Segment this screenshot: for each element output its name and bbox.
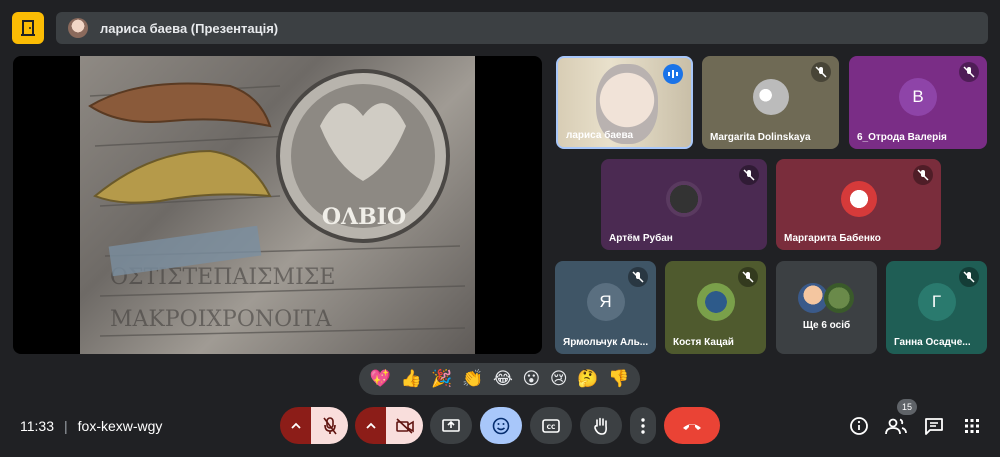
mic-off-icon xyxy=(743,169,755,181)
participant-avatar xyxy=(752,78,789,115)
more-participants-label: Ще 6 осіб xyxy=(802,320,851,331)
chat-button[interactable] xyxy=(922,414,946,438)
meeting-code: fox-kexw-wgy xyxy=(77,418,163,434)
activities-button[interactable] xyxy=(960,414,984,438)
people-button[interactable] xyxy=(884,414,908,438)
participant-tile-margarita-d[interactable]: Margarita Dolinskaya xyxy=(702,56,839,149)
mic-off-icon xyxy=(322,416,337,434)
participant-name: Margarita Dolinskaya xyxy=(710,132,811,143)
present-screen-button[interactable] xyxy=(430,407,472,444)
participant-avatar: Я xyxy=(586,282,625,321)
reaction-thinking[interactable]: 🤔 xyxy=(577,369,598,389)
captions-button[interactable]: CC xyxy=(530,407,572,444)
more-options-button[interactable] xyxy=(630,407,656,444)
leave-room-button[interactable] xyxy=(12,12,44,44)
mic-off-icon xyxy=(815,66,827,78)
participant-count-badge: 15 xyxy=(897,399,917,415)
presentation-slide: ΟΣΤΙΣΤΕΠΑΙΣΜΙΣΕ ΜΑΚΡΟΙΧΡΟΝΟΙΤΑ ΟΛΒΙΟ xyxy=(80,56,475,354)
meeting-separator: | xyxy=(64,418,68,434)
captions-icon: CC xyxy=(542,418,560,433)
participant-name: Ярмольчук Аль... xyxy=(563,337,649,348)
participant-name: Ганна Осадче... xyxy=(894,337,971,348)
mic-off-indicator xyxy=(913,165,933,185)
mic-off-indicator xyxy=(811,62,831,82)
presenter-avatar xyxy=(68,18,88,38)
present-screen-icon xyxy=(442,418,460,432)
more-vert-icon xyxy=(641,417,645,434)
mic-off-indicator xyxy=(628,267,648,287)
mic-off-indicator xyxy=(738,267,758,287)
reaction-laugh[interactable]: 😂 xyxy=(493,369,513,389)
reaction-sad[interactable]: 😢 xyxy=(550,369,568,389)
activities-icon xyxy=(965,419,979,433)
people-icon xyxy=(885,418,907,435)
participant-tile-yarmolchuk[interactable]: Я Ярмольчук Аль... xyxy=(555,261,656,354)
meeting-info: 11:33 | fox-kexw-wgy xyxy=(20,418,162,434)
presentation-stage[interactable]: ΟΣΤΙΣΤΕΠΑΙΣΜΙΣΕ ΜΑΚΡΟΙΧΡΟΝΟΙΤΑ ΟΛΒΙΟ xyxy=(13,56,542,354)
end-call-icon xyxy=(683,423,701,430)
info-icon xyxy=(850,417,868,435)
reaction-surprised[interactable]: 😮 xyxy=(523,369,541,389)
more-participants-avatars xyxy=(798,283,858,313)
emoji-icon xyxy=(492,417,510,434)
mic-off-indicator xyxy=(959,62,979,82)
participant-avatar xyxy=(666,181,702,218)
svg-text:ΜΑΚΡΟΙΧΡΟΝΟΙΤΑ: ΜΑΚΡΟΙΧΡΟΝΟΙΤΑ xyxy=(110,307,333,332)
participant-avatar xyxy=(840,181,877,218)
participant-avatar: Г xyxy=(917,282,956,321)
presentation-banner[interactable]: лариса баева (Презентація) xyxy=(56,12,988,44)
participant-tile-artem[interactable]: Артём Рубан xyxy=(601,159,767,250)
participant-name: Костя Кацай xyxy=(673,337,734,348)
participant-name: лариса баева xyxy=(566,130,634,141)
participant-tile-hanna[interactable]: Г Ганна Осадче... xyxy=(886,261,987,354)
camera-off-icon xyxy=(395,417,414,434)
audio-options-button[interactable] xyxy=(280,407,311,444)
chevron-up-icon xyxy=(290,422,301,429)
raise-hand-icon xyxy=(594,417,607,435)
microphone-toggle-button[interactable] xyxy=(311,407,348,444)
reaction-thumbs-down[interactable]: 👎 xyxy=(608,369,629,389)
chat-icon xyxy=(925,418,943,435)
mic-off-icon xyxy=(963,66,975,78)
meeting-time: 11:33 xyxy=(20,418,54,434)
top-bar: лариса баева (Презентація) xyxy=(12,12,988,44)
speaking-indicator xyxy=(663,64,683,84)
meeting-details-button[interactable] xyxy=(847,414,871,438)
mic-off-indicator xyxy=(739,165,759,185)
raise-hand-button[interactable] xyxy=(580,407,622,444)
more-participants-tile[interactable]: Ще 6 осіб xyxy=(776,261,877,354)
reaction-thumbs-up[interactable]: 👍 xyxy=(401,369,422,389)
participant-name: Артём Рубан xyxy=(609,233,673,244)
reactions-button[interactable] xyxy=(480,407,522,444)
participant-tile-larisa[interactable]: лариса баева xyxy=(556,56,693,149)
participant-avatar xyxy=(696,282,735,321)
reaction-clap[interactable]: 👏 xyxy=(462,369,483,389)
participant-avatar: В xyxy=(899,77,937,116)
camera-toggle-button[interactable] xyxy=(386,407,423,444)
svg-text:CC: CC xyxy=(547,424,556,431)
reaction-heart[interactable]: 💖 xyxy=(370,369,391,389)
mic-off-icon xyxy=(917,169,929,181)
participant-tile-valeriia[interactable]: В 6_Отрода Валерія xyxy=(849,56,987,149)
participant-name: 6_Отрода Валерія xyxy=(857,132,947,143)
participant-tile-margarita-b[interactable]: Маргарита Бабенко xyxy=(776,159,941,250)
audio-wave-icon xyxy=(668,70,678,78)
mic-off-icon xyxy=(963,271,975,283)
reactions-bar: 💖 👍 🎉 👏 😂 😮 😢 🤔 👎 xyxy=(359,363,640,395)
video-options-button[interactable] xyxy=(355,407,386,444)
door-exit-icon xyxy=(21,20,35,36)
participant-name: Маргарита Бабенко xyxy=(784,233,881,244)
reaction-party[interactable]: 🎉 xyxy=(431,369,452,389)
presentation-title: лариса баева (Презентація) xyxy=(100,20,279,36)
mic-off-icon xyxy=(742,271,754,283)
mic-off-icon xyxy=(632,271,644,283)
chevron-up-icon xyxy=(365,422,376,429)
mic-off-indicator xyxy=(959,267,979,287)
participant-tile-kostia[interactable]: Костя Кацай xyxy=(665,261,766,354)
end-call-button[interactable] xyxy=(664,407,720,444)
coin-inscription: ΟΛΒΙΟ xyxy=(321,204,407,230)
